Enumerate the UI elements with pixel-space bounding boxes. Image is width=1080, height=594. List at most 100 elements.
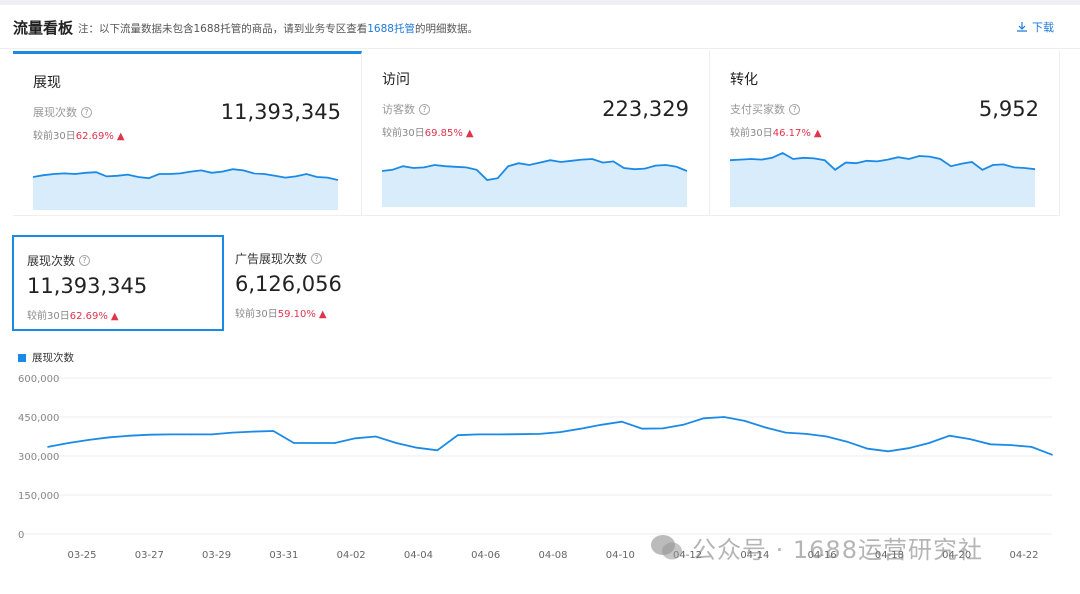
help-icon[interactable]: ? bbox=[79, 255, 91, 266]
card-change: 较前30日69.85% ▲ bbox=[382, 128, 474, 139]
sparkline bbox=[382, 158, 687, 207]
card-label: 访客数? bbox=[382, 101, 430, 117]
data-point bbox=[395, 442, 398, 444]
card-conversion[interactable]: 转化 支付买家数? 5,952 较前30日46.17% ▲ bbox=[710, 51, 1060, 216]
data-point bbox=[559, 431, 562, 433]
data-point bbox=[989, 443, 992, 446]
metric-change: 较前30日62.69% ▲ bbox=[27, 311, 119, 322]
data-point bbox=[661, 427, 664, 430]
arrow-up-icon: ▲ bbox=[318, 309, 327, 320]
sparkline bbox=[730, 151, 1035, 207]
chart-legend[interactable]: 展现次数 bbox=[18, 350, 74, 365]
data-point bbox=[436, 449, 439, 452]
data-point bbox=[416, 446, 418, 449]
x-tick-label: 04-06 bbox=[471, 550, 500, 561]
data-point bbox=[108, 436, 111, 439]
y-tick-label: 450,000 bbox=[18, 413, 59, 424]
sparkline bbox=[33, 168, 338, 210]
data-point bbox=[600, 424, 603, 426]
download-button[interactable]: 下载 bbox=[1016, 19, 1054, 35]
metric-value: 6,126,056 bbox=[235, 272, 342, 296]
y-tick-label: 600,000 bbox=[18, 374, 59, 385]
data-point bbox=[375, 435, 377, 438]
data-point bbox=[88, 439, 90, 441]
note-suffix: 的明细数据。 bbox=[414, 23, 478, 35]
metric-label: 广告展现次数? bbox=[235, 250, 323, 267]
data-point bbox=[846, 440, 848, 443]
data-point bbox=[149, 433, 152, 436]
card-value: 11,393,345 bbox=[220, 100, 341, 124]
legend-label: 展现次数 bbox=[32, 352, 74, 364]
x-tick-label: 04-02 bbox=[337, 550, 366, 561]
card-title: 转化 bbox=[730, 72, 758, 88]
help-icon[interactable]: ? bbox=[419, 103, 430, 115]
x-tick-label: 03-25 bbox=[67, 550, 96, 561]
data-point bbox=[252, 430, 254, 433]
data-point bbox=[866, 447, 869, 450]
data-point bbox=[887, 450, 889, 453]
note-link[interactable]: 1688托管 bbox=[367, 23, 415, 35]
data-point bbox=[723, 416, 725, 418]
x-tick-label: 03-29 bbox=[202, 550, 231, 561]
data-point bbox=[456, 434, 459, 436]
note-prefix: 注：以下流量数据未包含1688托管的商品，请到业务专区查看 bbox=[78, 23, 368, 35]
x-tick-label: 03-31 bbox=[269, 550, 298, 561]
card-value: 223,329 bbox=[602, 97, 689, 121]
card-change: 较前30日62.69% ▲ bbox=[33, 131, 125, 142]
metric-impressions[interactable]: 展现次数? 11,393,345 较前30日62.69% ▲ bbox=[12, 235, 224, 331]
data-point bbox=[948, 434, 951, 437]
arrow-up-icon: ▲ bbox=[110, 311, 119, 322]
data-point bbox=[129, 434, 131, 437]
card-label: 展现次数? bbox=[33, 104, 92, 120]
arrow-up-icon: ▲ bbox=[465, 128, 474, 139]
data-point bbox=[293, 442, 295, 444]
x-tick-label: 03-27 bbox=[135, 550, 164, 561]
data-point bbox=[47, 446, 49, 448]
data-point bbox=[190, 433, 193, 436]
data-point bbox=[354, 437, 357, 440]
download-label: 下载 bbox=[1032, 21, 1054, 34]
y-tick-label: 150,000 bbox=[18, 491, 59, 502]
card-impressions[interactable]: 展现 展现次数? 11,393,345 较前30日62.69% ▲ bbox=[13, 51, 362, 216]
card-label: 支付买家数? bbox=[730, 101, 800, 117]
data-point bbox=[272, 430, 275, 432]
data-point bbox=[67, 442, 70, 444]
data-point bbox=[805, 433, 807, 435]
data-point bbox=[538, 433, 541, 435]
data-point bbox=[620, 420, 623, 423]
data-point bbox=[1030, 446, 1033, 448]
data-point bbox=[907, 447, 910, 449]
y-tick-label: 300,000 bbox=[18, 452, 59, 463]
data-point bbox=[702, 417, 705, 420]
data-point bbox=[477, 433, 480, 436]
data-point bbox=[334, 442, 336, 444]
help-icon[interactable]: ? bbox=[81, 106, 92, 118]
arrow-up-icon: ▲ bbox=[813, 128, 822, 139]
help-icon[interactable]: ? bbox=[311, 253, 323, 264]
header-note: 注：以下流量数据未包含1688托管的商品，请到业务专区查看1688托管的明细数据… bbox=[78, 21, 478, 36]
metric-value: 11,393,345 bbox=[27, 274, 148, 298]
watermark: 公众号 · 1688运营研究社 bbox=[650, 530, 983, 565]
help-icon[interactable]: ? bbox=[789, 103, 800, 115]
data-point bbox=[313, 442, 316, 444]
page-title: 流量看板 bbox=[13, 19, 74, 37]
y-tick-label: 0 bbox=[18, 530, 24, 541]
card-value: 5,952 bbox=[978, 97, 1039, 121]
data-point bbox=[211, 433, 213, 436]
data-point bbox=[1010, 444, 1012, 446]
data-point bbox=[784, 431, 787, 434]
data-point bbox=[764, 426, 766, 429]
data-point bbox=[682, 424, 684, 426]
x-tick-label: 04-04 bbox=[404, 550, 433, 561]
metric-ad-impressions[interactable]: 广告展现次数? 6,126,056 较前30日59.10% ▲ bbox=[222, 235, 434, 331]
card-change: 较前30日46.17% ▲ bbox=[730, 128, 822, 139]
card-title: 展现 bbox=[33, 75, 61, 91]
watermark-text: 公众号 · 1688运营研究社 bbox=[692, 536, 983, 564]
data-point bbox=[825, 435, 828, 438]
x-tick-label: 04-10 bbox=[606, 550, 635, 561]
data-point bbox=[743, 420, 746, 422]
data-point bbox=[231, 431, 234, 434]
legend-swatch bbox=[18, 353, 26, 362]
data-point bbox=[497, 433, 500, 436]
card-visits[interactable]: 访问 访客数? 223,329 较前30日69.85% ▲ bbox=[362, 51, 710, 216]
